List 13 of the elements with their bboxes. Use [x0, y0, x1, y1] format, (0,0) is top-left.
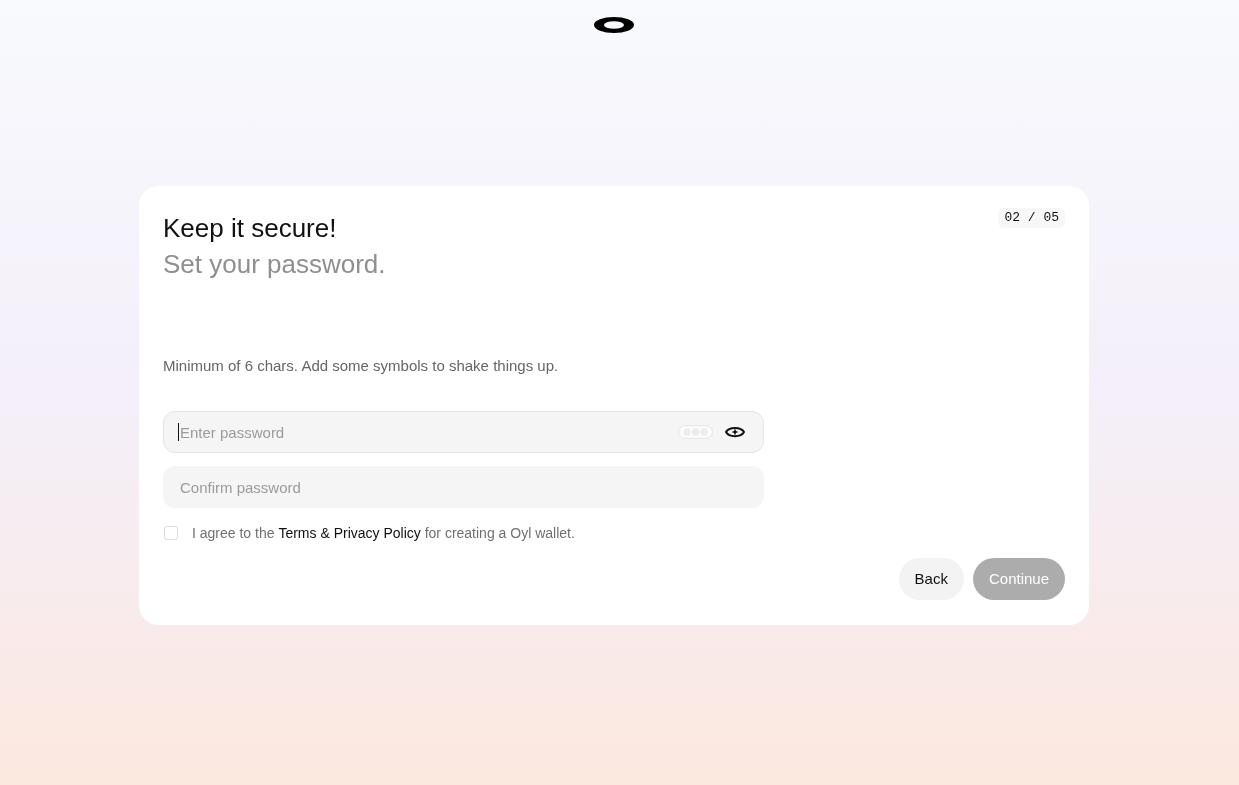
password-field[interactable]: Enter password — [163, 411, 764, 453]
subheading: Set your password. — [163, 248, 386, 281]
password-hint: Minimum of 6 chars. Add some symbols to shake things up. — [163, 356, 560, 376]
text-caret — [178, 423, 179, 441]
eye-icon[interactable] — [725, 424, 745, 440]
terms-link[interactable]: Terms & Privacy Policy — [278, 525, 421, 541]
ring-logo — [594, 17, 634, 33]
agree-checkbox[interactable] — [164, 526, 178, 540]
step-counter: 02 / 05 — [998, 208, 1065, 228]
agreement-text: I agree to the Terms & Privacy Policy for creating a Oyl wallet. — [192, 524, 575, 543]
back-button[interactable]: Back — [898, 558, 964, 600]
confirm-password-field[interactable]: Confirm password — [163, 466, 764, 508]
heading: Keep it secure! — [163, 212, 338, 245]
